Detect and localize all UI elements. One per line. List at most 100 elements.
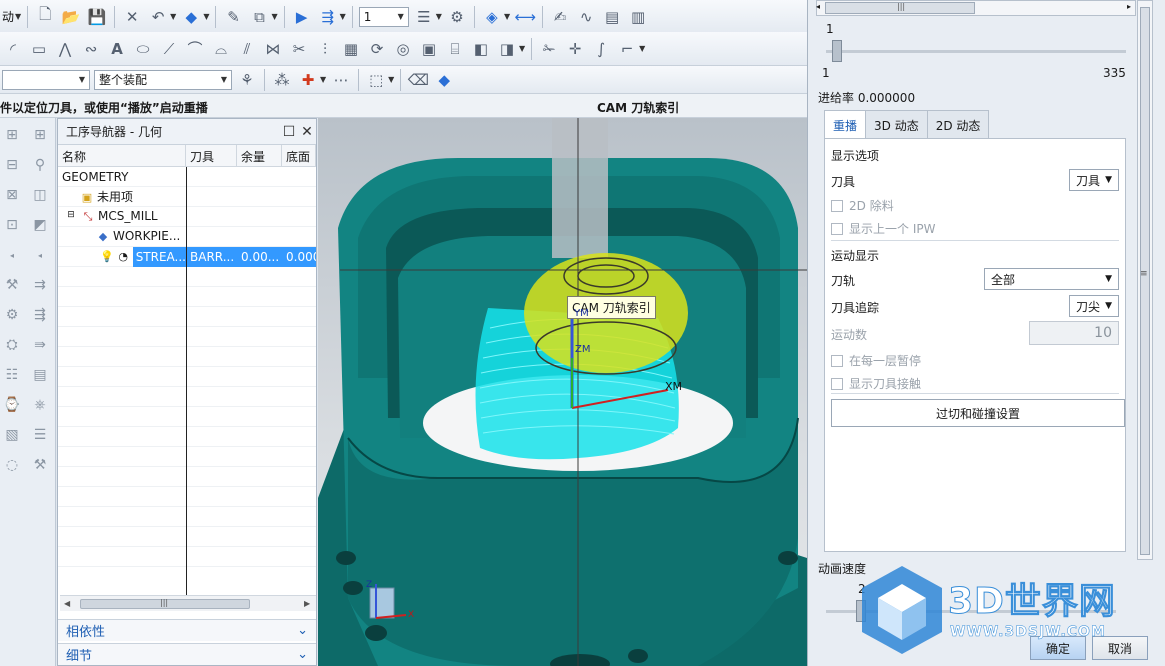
- bridge-curve-icon[interactable]: ⌒: [184, 38, 206, 60]
- process-navigator-icon[interactable]: ⛭: [1, 334, 23, 356]
- chevron-down-icon[interactable]: ▼: [519, 44, 525, 53]
- layer-settings-icon[interactable]: ☰: [413, 6, 435, 28]
- tool-display-dropdown[interactable]: 刀具 ▼: [1069, 169, 1119, 191]
- create-tool-icon[interactable]: ⚲: [29, 154, 51, 176]
- checkbox-pause-each-layer[interactable]: 在每一层暂停: [831, 352, 921, 369]
- roles-icon[interactable]: ☷: [1, 364, 23, 386]
- create-program-icon[interactable]: ⊞: [29, 124, 51, 146]
- shop-doc-icon[interactable]: ▤: [29, 364, 51, 386]
- divide-curve-icon[interactable]: ⫶: [314, 38, 336, 60]
- layer-combo[interactable]: 1 ▼: [358, 6, 409, 27]
- snap-options-icon[interactable]: ⋯: [330, 69, 352, 91]
- project-curve-icon[interactable]: ⫽: [236, 38, 258, 60]
- postprocess-icon[interactable]: ⇛: [29, 334, 51, 356]
- reuse-library-icon[interactable]: ⊡: [1, 214, 23, 236]
- program-order-icon[interactable]: ▶: [291, 6, 313, 28]
- generate-toolpath-icon[interactable]: ⇉: [29, 274, 51, 296]
- dialog-horizontal-scrollbar[interactable]: ◂ ||| ▸: [816, 0, 1136, 16]
- part-navigator-icon[interactable]: ⊠: [1, 184, 23, 206]
- scroll-thumb[interactable]: [1140, 7, 1150, 555]
- text-icon[interactable]: A: [106, 38, 128, 60]
- split-body-icon[interactable]: ✛: [564, 38, 586, 60]
- revolve-icon[interactable]: ⟳: [366, 38, 388, 60]
- analysis-icon[interactable]: ⚙: [446, 6, 468, 28]
- accordion-details[interactable]: 细节 ⌄: [58, 643, 316, 665]
- collapse-minus-icon[interactable]: ⊟: [64, 210, 78, 224]
- collapse-arrow-icon[interactable]: ◂: [1, 244, 23, 266]
- restore-icon[interactable]: ☐: [280, 124, 298, 140]
- intersect-curve-icon[interactable]: ⋈: [262, 38, 284, 60]
- snap-point-icon[interactable]: ⁂: [271, 69, 293, 91]
- assembly-navigator-icon[interactable]: ⊞: [1, 124, 23, 146]
- system-materials-icon[interactable]: ▧: [1, 424, 23, 446]
- scroll-left-icon[interactable]: ◀: [64, 599, 70, 608]
- column-tool[interactable]: 刀具: [186, 145, 237, 166]
- collapse-arrow-icon[interactable]: ◂: [29, 244, 51, 266]
- tool-trace-dropdown[interactable]: 刀尖 ▼: [1069, 295, 1119, 317]
- close-icon[interactable]: ✕: [298, 124, 316, 140]
- cube-view-icon[interactable]: ◆: [180, 6, 202, 28]
- cut-icon[interactable]: ✕: [121, 6, 143, 28]
- tree-row-workpiece[interactable]: ◆ WORKPIE...: [58, 227, 316, 247]
- type-filter-combo[interactable]: ▼: [2, 69, 90, 90]
- machine-navigator-icon[interactable]: ⚙: [1, 304, 23, 326]
- simulate-icon[interactable]: ⎈: [29, 394, 51, 416]
- measure-distance-icon[interactable]: ⟷: [514, 6, 536, 28]
- tree-row-unused[interactable]: ▣ 未用项: [58, 187, 316, 207]
- trim-body-icon[interactable]: ✁: [538, 38, 560, 60]
- shape-icon[interactable]: ⬭: [132, 38, 154, 60]
- navigator-horizontal-scrollbar[interactable]: ◀ ||| ▶: [60, 595, 316, 611]
- chevron-down-icon[interactable]: ▼: [639, 44, 645, 53]
- constraint-navigator-icon[interactable]: ⊟: [1, 154, 23, 176]
- checkbox-2d-remove[interactable]: 2D 除料: [831, 197, 894, 214]
- cylinder-icon[interactable]: ⌸: [444, 38, 466, 60]
- chevron-down-icon[interactable]: ▼: [388, 75, 394, 84]
- extend-icon[interactable]: ∫: [590, 38, 612, 60]
- tree-row-streamline-operation[interactable]: 💡 ◔ STREA... BARR... 0.00... 0.000: [58, 246, 316, 267]
- toolpath-replay-icon[interactable]: ◈: [481, 6, 503, 28]
- column-stock[interactable]: 余量: [237, 145, 282, 166]
- selection-scope-combo[interactable]: 整个装配 ▼: [94, 69, 232, 90]
- sweep-icon[interactable]: ◎: [392, 38, 414, 60]
- create-method-icon[interactable]: ◩: [29, 214, 51, 236]
- tab-3d-dynamic[interactable]: 3D 动态: [865, 110, 928, 138]
- motion-count-input[interactable]: 10: [1029, 321, 1119, 345]
- chevron-down-icon[interactable]: ▼: [271, 12, 277, 21]
- chevron-down-icon[interactable]: ▼: [320, 75, 326, 84]
- checkbox-show-previous-ipw[interactable]: 显示上一个 IPW: [831, 220, 935, 237]
- component-icon[interactable]: ◆: [433, 69, 455, 91]
- box-select-icon[interactable]: ⬚: [365, 69, 387, 91]
- tree-row-geometry[interactable]: GEOMETRY: [58, 167, 316, 187]
- polyline-icon[interactable]: ⋀: [54, 38, 76, 60]
- sketch-pen-icon[interactable]: ✎: [222, 6, 244, 28]
- chevron-down-icon[interactable]: ▼: [170, 12, 176, 21]
- brush-icon[interactable]: ✍: [549, 6, 571, 28]
- create-geometry-icon[interactable]: ◫: [29, 184, 51, 206]
- hatch-icon[interactable]: ▤: [601, 6, 623, 28]
- eraser-icon[interactable]: ⌫: [407, 69, 429, 91]
- history-icon[interactable]: ⌚: [1, 394, 23, 416]
- fillet-icon[interactable]: ⌐: [616, 38, 638, 60]
- face-icon[interactable]: ◧: [470, 38, 492, 60]
- hatch-two-icon[interactable]: ▥: [627, 6, 649, 28]
- tool-path-edit-icon[interactable]: ⚒: [29, 454, 51, 476]
- accordion-dependencies[interactable]: 相依性 ⌄: [58, 619, 316, 641]
- curve-tool-icon[interactable]: ∿: [575, 6, 597, 28]
- new-file-icon[interactable]: 🗋: [34, 5, 56, 28]
- web-browser-icon[interactable]: ◌: [1, 454, 23, 476]
- tab-replay[interactable]: 重播: [824, 110, 867, 139]
- motion-slider-knob[interactable]: [832, 40, 842, 62]
- sheet-icon[interactable]: ▣: [418, 38, 440, 60]
- gouge-check-settings-button[interactable]: 过切和碰撞设置: [831, 399, 1125, 427]
- extrude-icon[interactable]: ▦: [340, 38, 362, 60]
- trim-curve-icon[interactable]: ✂: [288, 38, 310, 60]
- checkbox-show-tool-contact[interactable]: 显示刀具接触: [831, 375, 921, 392]
- column-name[interactable]: 名称: [58, 145, 186, 166]
- list-toolpath-icon[interactable]: ☰: [29, 424, 51, 446]
- verify-toolpath-icon[interactable]: ⇶: [29, 304, 51, 326]
- menu-fragment-label[interactable]: 动: [2, 8, 14, 25]
- scroll-left-icon[interactable]: ◂: [816, 2, 820, 11]
- join-curve-icon[interactable]: ⌓: [210, 38, 232, 60]
- open-folder-icon[interactable]: 📂: [60, 6, 82, 28]
- point-constructor-icon[interactable]: ✚: [297, 69, 319, 91]
